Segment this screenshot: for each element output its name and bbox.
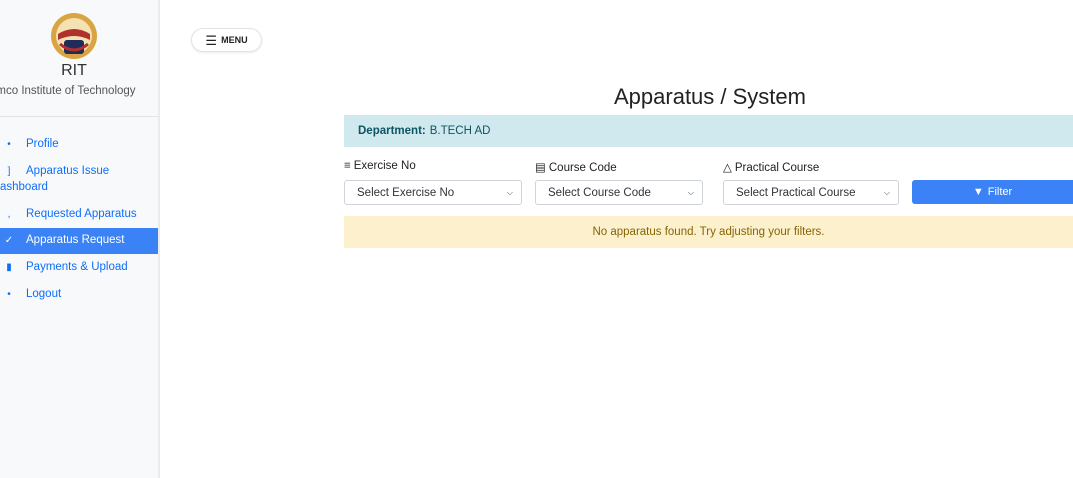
- sidebar-item-label: Apparatus Request: [26, 234, 125, 246]
- sidebar: RIT amco Institute of Technology • Profi…: [0, 0, 160, 478]
- page-title: Apparatus / System: [614, 84, 806, 109]
- sidebar-item-profile[interactable]: • Profile: [0, 137, 158, 152]
- chevron-down-icon: ⌵: [687, 188, 694, 197]
- sidebar-item-apparatus-issue-dashboard[interactable]: ] Apparatus Issue ashboard: [0, 164, 158, 194]
- brand-name: RIT: [61, 62, 87, 79]
- department-label: Department:: [358, 125, 426, 137]
- practical-course-select[interactable]: Select Practical Course ⌵: [723, 180, 899, 205]
- filter-icon: ▼: [972, 186, 984, 198]
- filter-button[interactable]: ▼ Filter: [912, 180, 1073, 204]
- logout-icon: •: [7, 289, 11, 300]
- exercise-no-select[interactable]: Select Exercise No ⌵: [344, 180, 522, 205]
- flask-icon: △: [723, 162, 732, 174]
- department-value: B.TECH AD: [429, 125, 491, 137]
- list-icon: ≡: [344, 160, 351, 172]
- sidebar-item-apparatus-request[interactable]: ✓ Apparatus Request: [0, 228, 158, 254]
- course-code-select[interactable]: Select Course Code ⌵: [535, 180, 703, 205]
- practical-course-label: △ Practical Course: [723, 162, 820, 174]
- sidebar-item-label: Profile: [26, 138, 59, 150]
- user-icon: •: [7, 139, 11, 150]
- chevron-down-icon: ⌵: [883, 188, 890, 197]
- check-icon: ✓: [4, 235, 14, 246]
- list-icon: ,: [7, 209, 11, 220]
- menu-label: MENU: [221, 35, 248, 45]
- chevron-down-icon: ⌵: [506, 188, 513, 197]
- sidebar-item-logout[interactable]: • Logout: [0, 287, 158, 302]
- hamburger-icon: ☰: [205, 32, 218, 48]
- sidebar-item-label: Payments & Upload: [26, 261, 128, 273]
- book-icon: ▤: [535, 162, 546, 174]
- sidebar-item-label-line2: ashboard: [0, 181, 48, 193]
- sidebar-item-label: Logout: [26, 288, 62, 300]
- alert-message: No apparatus found. Try adjusting your f…: [592, 226, 825, 238]
- brand-subtitle: amco Institute of Technology: [0, 85, 136, 97]
- no-results-alert: No apparatus found. Try adjusting your f…: [344, 216, 1073, 248]
- filter-label: Filter: [987, 186, 1013, 198]
- sidebar-item-label: Requested Apparatus: [26, 208, 137, 220]
- menu-button[interactable]: ☰ MENU: [191, 28, 262, 52]
- sidebar-item-label: Apparatus Issue: [26, 165, 110, 177]
- upload-icon: ▮: [6, 262, 12, 273]
- sidebar-item-payments-upload[interactable]: ▮ Payments & Upload: [0, 260, 158, 275]
- sidebar-divider: [0, 116, 158, 117]
- exercise-no-value: Select Exercise No: [357, 186, 455, 199]
- practical-course-value: Select Practical Course: [736, 186, 856, 199]
- dashboard-icon: ]: [7, 166, 11, 177]
- exercise-no-label: ≡ Exercise No: [344, 160, 416, 172]
- sidebar-item-requested-apparatus[interactable]: , Requested Apparatus: [0, 207, 158, 222]
- department-banner: Department: B.TECH AD: [344, 115, 1073, 147]
- course-code-value: Select Course Code: [548, 186, 651, 199]
- course-code-label: ▤ Course Code: [535, 162, 617, 174]
- rit-logo: [51, 13, 97, 59]
